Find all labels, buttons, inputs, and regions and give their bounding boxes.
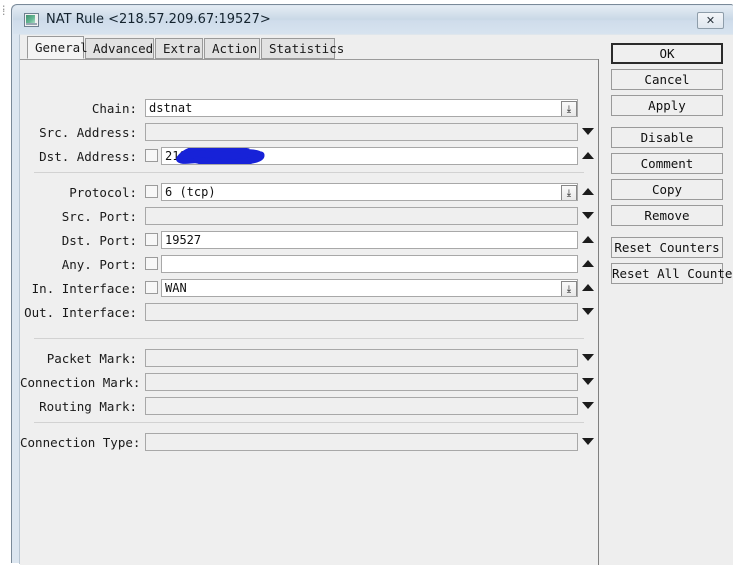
field-row-chain: Chain: dstnat ⤓ [20, 98, 598, 119]
field-dropdown-button-in-interface[interactable]: ⤓ [561, 281, 577, 296]
expand-triangle-icon-connection-type[interactable] [582, 437, 595, 448]
chevron-down-bar-icon: ⤓ [566, 188, 572, 199]
field-label-chain: Chain: [91, 101, 137, 116]
field-label-packet-mark: Packet Mark: [46, 351, 137, 366]
field-input-chain[interactable]: dstnat ⤓ [145, 99, 578, 117]
window-client-area: General Advanced Extra Action Statistics Cha… [19, 34, 733, 565]
field-row-protocol: Protocol: 6 (tcp) ⤓ [20, 182, 598, 203]
field-input-packet-mark[interactable] [145, 349, 578, 367]
field-input-src-port[interactable] [145, 207, 578, 225]
field-label-any-port: Any. Port: [61, 257, 137, 272]
chevron-down-bar-icon: ⤓ [566, 104, 572, 115]
collapse-triangle-icon-dst-port[interactable] [582, 235, 595, 246]
field-input-dst-address[interactable]: 218.57. [161, 147, 578, 165]
collapse-triangle-icon-any-port[interactable] [582, 259, 595, 270]
collapse-triangle-icon-protocol[interactable] [582, 187, 595, 198]
field-label-src-port: Src. Port: [61, 209, 137, 224]
field-label-out-interface: Out. Interface: [24, 305, 137, 320]
field-group-separator [34, 338, 584, 339]
expand-triangle-icon-packet-mark[interactable] [582, 353, 595, 364]
field-row-src-address: Src. Address: [20, 122, 598, 143]
field-input-connection-type[interactable] [145, 433, 578, 451]
field-input-connection-mark[interactable] [145, 373, 578, 391]
field-group-separator [34, 422, 584, 423]
window-titlebar[interactable]: NAT Rule <218.57.209.67:19527> ✕ [13, 6, 733, 34]
expand-triangle-icon-out-interface[interactable] [582, 307, 595, 318]
field-label-connection-mark: Connection Mark: [20, 375, 141, 390]
disable-button[interactable]: Disable [611, 127, 723, 148]
field-input-out-interface[interactable] [145, 303, 578, 321]
collapse-triangle-icon-in-interface[interactable] [582, 283, 595, 294]
expand-triangle-icon-src-address[interactable] [582, 127, 595, 138]
field-label-dst-address: Dst. Address: [39, 149, 137, 164]
tab-extra[interactable]: Extra [155, 38, 203, 59]
window-title: NAT Rule <218.57.209.67:19527> [46, 12, 271, 27]
tab-advanced[interactable]: Advanced [85, 38, 154, 59]
field-checkbox-dst-port[interactable] [145, 233, 158, 246]
field-label-connection-type: Connection Type: [20, 435, 141, 450]
field-row-routing-mark: Routing Mark: [20, 396, 598, 417]
field-dropdown-button-protocol[interactable]: ⤓ [561, 185, 577, 200]
field-row-any-port: Any. Port: [20, 254, 598, 275]
field-dropdown-button-chain[interactable]: ⤓ [561, 101, 577, 116]
field-row-src-port: Src. Port: [20, 206, 598, 227]
field-value-in-interface: WAN [165, 281, 187, 295]
field-checkbox-dst-address[interactable] [145, 149, 158, 162]
field-input-routing-mark[interactable] [145, 397, 578, 415]
field-input-in-interface[interactable]: WAN ⤓ [161, 279, 578, 297]
comment-button[interactable]: Comment [611, 153, 723, 174]
field-input-protocol[interactable]: 6 (tcp) ⤓ [161, 183, 578, 201]
ok-button[interactable]: OK [611, 43, 723, 64]
close-icon: ✕ [705, 14, 716, 27]
chevron-down-bar-icon: ⤓ [566, 284, 572, 295]
remove-button[interactable]: Remove [611, 205, 723, 226]
field-input-any-port[interactable] [161, 255, 578, 273]
field-row-dst-port: Dst. Port: 19527 [20, 230, 598, 251]
apply-button[interactable]: Apply [611, 95, 723, 116]
tab-statistics[interactable]: Statistics [261, 38, 344, 59]
copy-button[interactable]: Copy [611, 179, 723, 200]
expand-triangle-icon-connection-mark[interactable] [582, 377, 595, 388]
field-input-dst-port[interactable]: 19527 [161, 231, 578, 249]
collapse-triangle-icon-dst-address[interactable] [582, 151, 595, 162]
field-label-protocol: Protocol: [69, 185, 137, 200]
field-row-packet-mark: Packet Mark: [20, 348, 598, 369]
field-row-connection-mark: Connection Mark: [20, 372, 598, 393]
general-tab-panel: Chain: dstnat ⤓ Src. Address: Dst. Address: 2… [20, 59, 598, 565]
field-row-in-interface: In. Interface: WAN ⤓ [20, 278, 598, 299]
cancel-button[interactable]: Cancel [611, 69, 723, 90]
expand-triangle-icon-src-port[interactable] [582, 211, 595, 222]
field-checkbox-any-port[interactable] [145, 257, 158, 270]
field-value-chain: dstnat [149, 101, 193, 115]
field-checkbox-protocol[interactable] [145, 185, 158, 198]
field-group-separator [34, 172, 584, 173]
desktop-icon-dots: :: [1, 3, 8, 18]
tab-general[interactable]: General [27, 36, 88, 59]
field-value-dst-address: 218.57. [165, 149, 216, 163]
reset-all-counters-button[interactable]: Reset All Counters [611, 263, 733, 284]
close-button[interactable]: ✕ [697, 12, 724, 29]
action-button-panel: OK Cancel Apply Disable Comment Copy Remove Res… [599, 35, 733, 565]
reset-counters-button[interactable]: Reset Counters [611, 237, 723, 258]
field-input-src-address[interactable] [145, 123, 578, 141]
field-label-dst-port: Dst. Port: [61, 233, 137, 248]
tab-action[interactable]: Action [204, 38, 260, 59]
field-row-dst-address: Dst. Address: 218.57. [20, 146, 598, 167]
expand-triangle-icon-routing-mark[interactable] [582, 401, 595, 412]
nat-rule-window: NAT Rule <218.57.209.67:19527> ✕ General… [11, 4, 733, 565]
field-checkbox-in-interface[interactable] [145, 281, 158, 294]
field-value-protocol: 6 (tcp) [165, 185, 216, 199]
window-monitor-icon [24, 13, 39, 27]
field-label-routing-mark: Routing Mark: [39, 399, 137, 414]
field-row-connection-type: Connection Type: [20, 432, 598, 453]
field-label-src-address: Src. Address: [39, 125, 137, 140]
field-row-out-interface: Out. Interface: [20, 302, 598, 323]
field-value-dst-port: 19527 [165, 233, 202, 247]
field-label-in-interface: In. Interface: [31, 281, 137, 296]
